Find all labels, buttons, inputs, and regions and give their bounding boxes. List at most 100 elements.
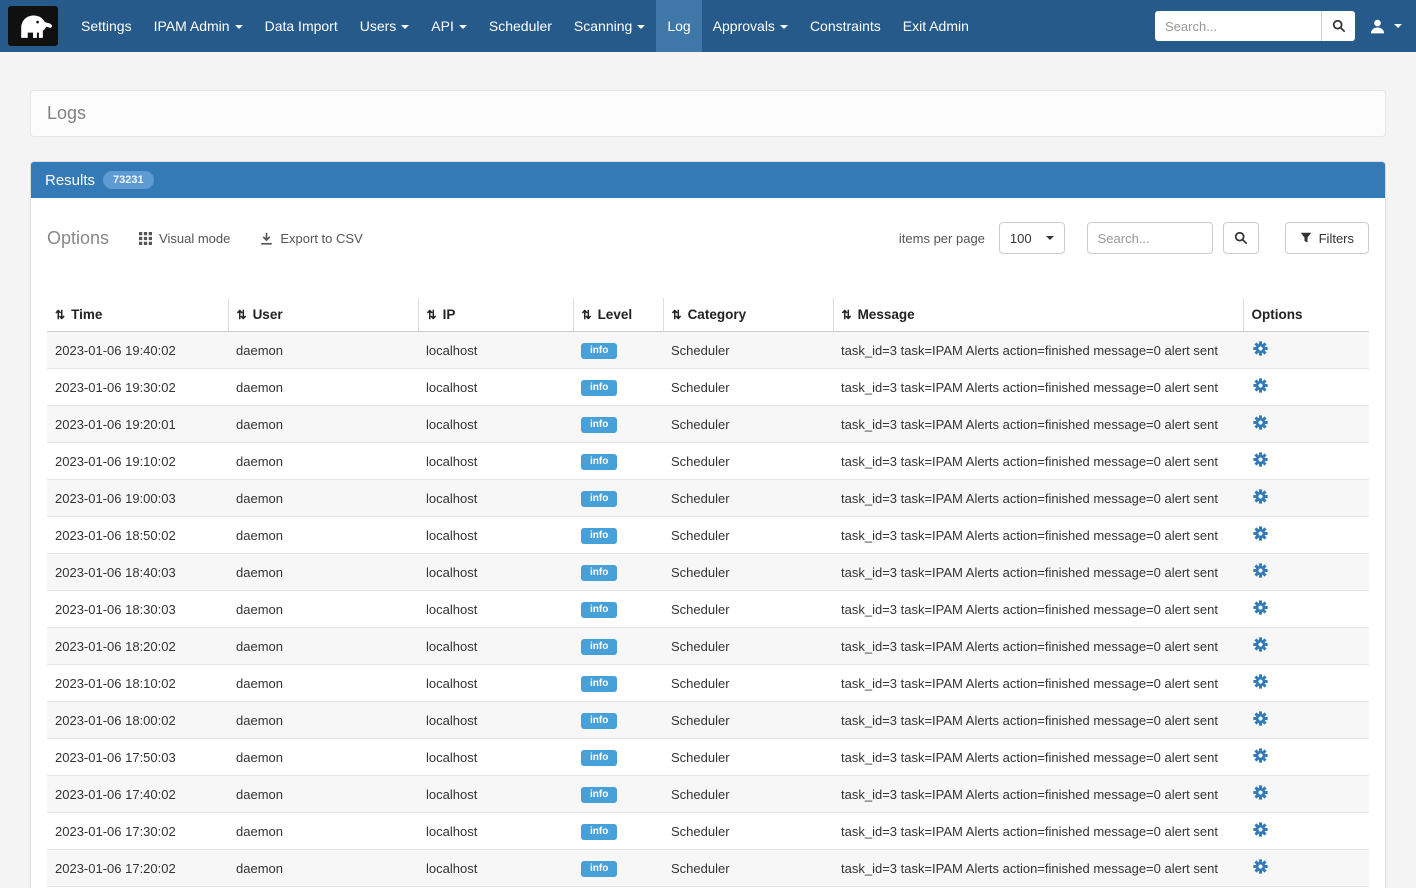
nav-item-ipam-admin[interactable]: IPAM Admin bbox=[143, 0, 254, 52]
nav-item-api[interactable]: API bbox=[420, 0, 478, 52]
level-info-badge: info bbox=[581, 713, 617, 729]
download-icon bbox=[260, 232, 273, 245]
log-category: Scheduler bbox=[663, 517, 833, 554]
log-level: info bbox=[573, 480, 663, 517]
nav-item-label: Log bbox=[667, 18, 690, 34]
visual-mode-button[interactable]: Visual mode bbox=[139, 231, 230, 246]
row-options-gear-button[interactable] bbox=[1251, 637, 1268, 652]
top-navbar: SettingsIPAM AdminData ImportUsersAPISch… bbox=[0, 0, 1416, 52]
log-ip: localhost bbox=[418, 665, 573, 702]
level-info-badge: info bbox=[581, 491, 617, 507]
column-header-options: Options bbox=[1243, 298, 1369, 332]
log-row: 2023-01-06 17:30:02daemonlocalhostinfoSc… bbox=[47, 813, 1369, 850]
log-options bbox=[1243, 406, 1369, 443]
log-row: 2023-01-06 18:10:02daemonlocalhostinfoSc… bbox=[47, 665, 1369, 702]
row-options-gear-button[interactable] bbox=[1251, 489, 1268, 504]
nav-item-exit-admin[interactable]: Exit Admin bbox=[892, 0, 980, 52]
gear-icon bbox=[1253, 674, 1268, 689]
nav-item-users[interactable]: Users bbox=[349, 0, 421, 52]
log-user: daemon bbox=[228, 850, 418, 887]
row-options-gear-button[interactable] bbox=[1251, 748, 1268, 763]
row-options-gear-button[interactable] bbox=[1251, 415, 1268, 430]
column-header-category[interactable]: ⇅Category bbox=[663, 298, 833, 332]
nav-item-settings[interactable]: Settings bbox=[70, 0, 143, 52]
filters-button[interactable]: Filters bbox=[1285, 222, 1369, 254]
log-row: 2023-01-06 18:20:02daemonlocalhostinfoSc… bbox=[47, 628, 1369, 665]
user-icon bbox=[1369, 18, 1386, 35]
log-message: task_id=3 task=IPAM Alerts action=finish… bbox=[833, 443, 1243, 480]
table-search-button[interactable] bbox=[1223, 222, 1259, 254]
row-options-gear-button[interactable] bbox=[1251, 452, 1268, 467]
row-options-gear-button[interactable] bbox=[1251, 859, 1268, 874]
navbar-search-button[interactable] bbox=[1321, 11, 1355, 41]
sort-icon: ⇅ bbox=[582, 308, 592, 322]
log-level: info bbox=[573, 406, 663, 443]
log-category: Scheduler bbox=[663, 369, 833, 406]
log-level: info bbox=[573, 776, 663, 813]
column-header-level[interactable]: ⇅ Level bbox=[573, 298, 663, 332]
phpipam-logo[interactable] bbox=[8, 6, 58, 46]
nav-item-log[interactable]: Log bbox=[656, 0, 701, 52]
export-csv-button[interactable]: Export to CSV bbox=[260, 231, 362, 246]
row-options-gear-button[interactable] bbox=[1251, 341, 1268, 356]
level-info-badge: info bbox=[581, 528, 617, 544]
log-message: task_id=3 task=IPAM Alerts action=finish… bbox=[833, 369, 1243, 406]
row-options-gear-button[interactable] bbox=[1251, 563, 1268, 578]
gear-icon bbox=[1253, 600, 1268, 615]
log-options bbox=[1243, 776, 1369, 813]
nav-item-approvals[interactable]: Approvals bbox=[702, 0, 799, 52]
user-menu-button[interactable] bbox=[1369, 18, 1402, 35]
row-options-gear-button[interactable] bbox=[1251, 822, 1268, 837]
log-options bbox=[1243, 702, 1369, 739]
row-options-gear-button[interactable] bbox=[1251, 674, 1268, 689]
row-options-gear-button[interactable] bbox=[1251, 600, 1268, 615]
items-per-page-value: 100 bbox=[1010, 231, 1032, 246]
log-ip: localhost bbox=[418, 739, 573, 776]
row-options-gear-button[interactable] bbox=[1251, 711, 1268, 726]
log-category: Scheduler bbox=[663, 850, 833, 887]
log-message: task_id=3 task=IPAM Alerts action=finish… bbox=[833, 517, 1243, 554]
filters-label: Filters bbox=[1319, 231, 1354, 246]
log-row: 2023-01-06 19:20:01daemonlocalhostinfoSc… bbox=[47, 406, 1369, 443]
log-user: daemon bbox=[228, 406, 418, 443]
log-ip: localhost bbox=[418, 406, 573, 443]
column-header-time[interactable]: ⇅Time bbox=[47, 298, 228, 332]
log-message: task_id=3 task=IPAM Alerts action=finish… bbox=[833, 591, 1243, 628]
items-per-page-label: items per page bbox=[899, 231, 985, 246]
row-options-gear-button[interactable] bbox=[1251, 785, 1268, 800]
column-header-user[interactable]: ⇅User bbox=[228, 298, 418, 332]
log-user: daemon bbox=[228, 591, 418, 628]
log-ip: localhost bbox=[418, 443, 573, 480]
column-header-label: Level bbox=[598, 307, 633, 322]
log-category: Scheduler bbox=[663, 628, 833, 665]
log-time: 2023-01-06 18:30:03 bbox=[47, 591, 228, 628]
navbar-search-input[interactable] bbox=[1155, 11, 1321, 41]
nav-item-constraints[interactable]: Constraints bbox=[799, 0, 892, 52]
nav-item-data-import[interactable]: Data Import bbox=[254, 0, 349, 52]
log-ip: localhost bbox=[418, 702, 573, 739]
row-options-gear-button[interactable] bbox=[1251, 378, 1268, 393]
log-ip: localhost bbox=[418, 369, 573, 406]
results-count-badge: 73231 bbox=[103, 171, 154, 189]
options-toolbar: Options Visual mode bbox=[47, 220, 1369, 256]
level-info-badge: info bbox=[581, 787, 617, 803]
row-options-gear-button[interactable] bbox=[1251, 526, 1268, 541]
log-row: 2023-01-06 18:00:02daemonlocalhostinfoSc… bbox=[47, 702, 1369, 739]
export-csv-label: Export to CSV bbox=[280, 231, 362, 246]
nav-item-scanning[interactable]: Scanning bbox=[563, 0, 656, 52]
log-level: info bbox=[573, 702, 663, 739]
elephant-icon bbox=[12, 10, 54, 42]
nav-item-label: Exit Admin bbox=[903, 18, 969, 34]
sort-icon: ⇅ bbox=[672, 308, 682, 322]
table-search-input[interactable] bbox=[1087, 222, 1213, 254]
log-row: 2023-01-06 17:50:03daemonlocalhostinfoSc… bbox=[47, 739, 1369, 776]
search-icon bbox=[1332, 19, 1346, 33]
navbar-search bbox=[1155, 11, 1355, 41]
level-info-badge: info bbox=[581, 602, 617, 618]
log-options bbox=[1243, 332, 1369, 369]
nav-item-scheduler[interactable]: Scheduler bbox=[478, 0, 563, 52]
column-header-ip[interactable]: ⇅IP bbox=[418, 298, 573, 332]
log-time: 2023-01-06 19:30:02 bbox=[47, 369, 228, 406]
column-header-message[interactable]: ⇅Message bbox=[833, 298, 1243, 332]
items-per-page-select[interactable]: 100 bbox=[999, 222, 1065, 254]
